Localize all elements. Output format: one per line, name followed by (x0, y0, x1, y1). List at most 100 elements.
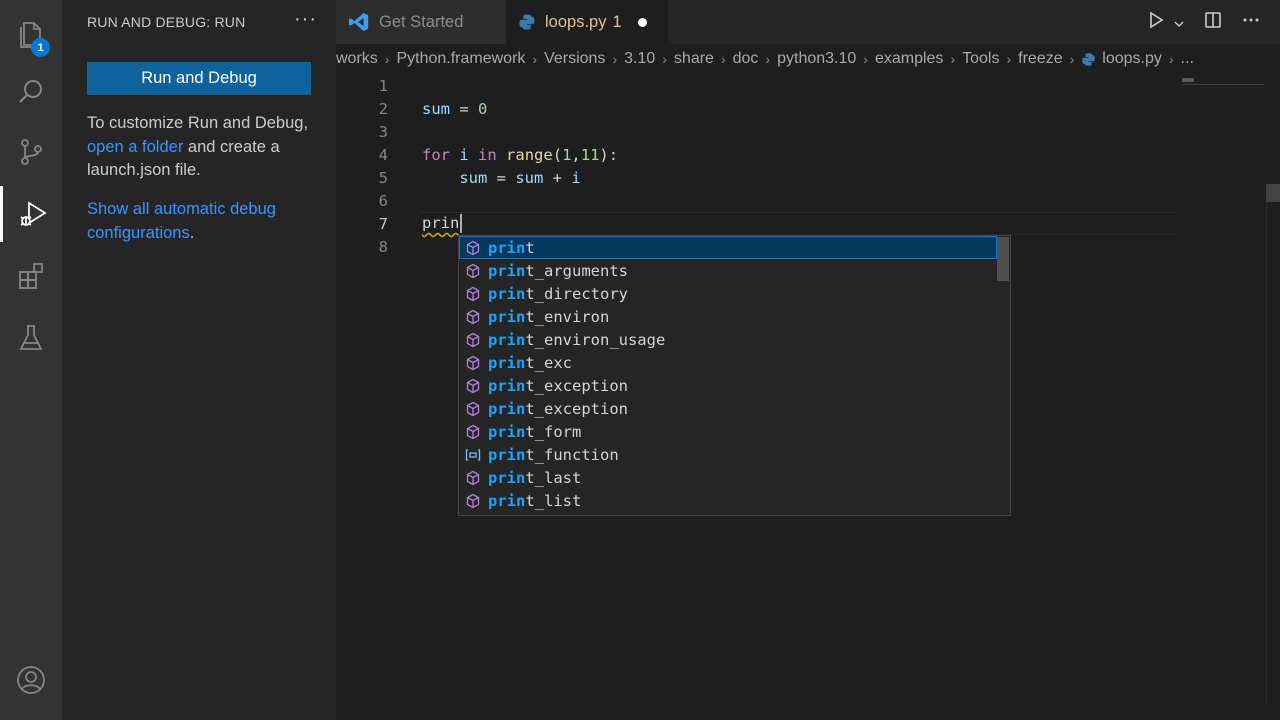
module-icon (464, 377, 482, 395)
suggestion-item[interactable]: prin t_last (459, 466, 997, 489)
chevron-right-icon: › (950, 51, 956, 67)
line-number: 2 (378, 99, 388, 118)
vscode-logo-icon (348, 11, 370, 33)
suggestion-label: t (525, 238, 535, 257)
chevron-right-icon: › (384, 51, 390, 67)
scrollbar-thumb[interactable] (1266, 184, 1280, 202)
suggestion-match: prin (488, 307, 526, 326)
suggestion-scrollbar[interactable] (997, 237, 1009, 281)
suggestion-label: t_last (525, 468, 582, 487)
suggestion-match: prin (488, 422, 526, 441)
code-line: 3 (336, 120, 1266, 143)
explorer-icon[interactable]: 1 (0, 6, 62, 62)
module-icon (464, 354, 482, 372)
suggestion-label: t_exception (525, 399, 628, 418)
run-debug-icon[interactable] (0, 186, 62, 242)
suggestion-item[interactable]: prin t_exc (459, 351, 997, 374)
chevron-right-icon: › (1006, 51, 1012, 67)
tab-get-started[interactable]: Get Started (336, 0, 506, 44)
line-number: 8 (378, 237, 388, 256)
suggestion-match: prin (488, 284, 526, 303)
suggestion-label: t_arguments (525, 261, 628, 280)
python-icon (518, 13, 536, 31)
vertical-scrollbar[interactable] (1266, 184, 1280, 704)
editor-tabbar: Get Started loops.py 1 (336, 0, 1280, 44)
module-icon (464, 423, 482, 441)
suggestion-label: t_form (525, 422, 582, 441)
breadcrumb-item[interactable]: share (674, 50, 714, 68)
unsaved-dot-icon[interactable] (637, 17, 647, 27)
breadcrumb-item[interactable]: python3.10 (777, 50, 856, 68)
suggestion-match: prin (488, 445, 526, 464)
activity-bar: 1 (0, 0, 62, 720)
module-icon (464, 331, 482, 349)
breadcrumb-item[interactable]: Python.framework (396, 50, 525, 68)
sidebar-title: RUN AND DEBUG: RUN (87, 14, 246, 30)
testing-icon[interactable] (0, 310, 62, 366)
explorer-badge: 1 (31, 38, 50, 57)
breadcrumb-item[interactable]: examples (875, 50, 943, 68)
split-editor-icon[interactable] (1204, 11, 1222, 34)
tab-loops-py[interactable]: loops.py 1 (506, 0, 668, 44)
show-all-configs-link[interactable]: Show all automatic debug configurations (87, 200, 276, 242)
suggestion-item[interactable]: prin t_directory (459, 282, 997, 305)
suggestion-item[interactable]: prin t_list (459, 489, 997, 512)
customize-message: To customize Run and Debug, open a folde… (87, 112, 317, 183)
chevron-right-icon: › (532, 51, 538, 67)
variable-icon (464, 446, 482, 464)
suggestion-item[interactable]: prin t_environ_usage (459, 328, 997, 351)
chevron-right-icon: › (720, 51, 726, 67)
breadcrumb-item[interactable]: ... (1181, 50, 1194, 68)
suggestion-widget: prin t prin t_arguments prin t_directory prin t… (458, 235, 1011, 516)
suggestion-label: t_exception (525, 376, 628, 395)
suggestion-item[interactable]: prin t_environ (459, 305, 997, 328)
suggestion-label: t_environ (525, 307, 610, 326)
code-text: for i in range(1,11): (422, 145, 619, 164)
suggestion-item[interactable]: prin t_exception (459, 397, 997, 420)
breadcrumb-item[interactable]: loops.py (1102, 50, 1162, 68)
customize-text: To customize Run and Debug, (87, 114, 309, 132)
account-icon[interactable] (0, 652, 62, 708)
more-actions-icon[interactable]: ··· (294, 8, 317, 31)
search-icon[interactable] (0, 64, 62, 120)
suggestion-label: t_environ_usage (525, 330, 666, 349)
suggestion-item[interactable]: prin t_exception (459, 374, 997, 397)
python-icon (1081, 52, 1096, 67)
more-actions-icon[interactable] (1242, 11, 1260, 34)
breadcrumb-item[interactable]: Tools (962, 50, 999, 68)
suggestion-label: t_directory (525, 284, 628, 303)
module-icon (464, 239, 482, 257)
breadcrumb-item[interactable]: freeze (1018, 50, 1062, 68)
text-cursor (460, 214, 463, 233)
suggestion-label: t_list (525, 491, 582, 510)
line-number: 3 (378, 122, 388, 141)
code-line: 7 prin (336, 212, 1266, 235)
run-file-icon[interactable] (1147, 11, 1184, 34)
suggestion-item[interactable]: prin t (459, 236, 997, 259)
editor-actions (1147, 0, 1280, 44)
suggestion-match: prin (488, 238, 526, 257)
suggestion-item[interactable]: prin t_arguments (459, 259, 997, 282)
module-icon (464, 469, 482, 487)
breadcrumb-item[interactable]: 3.10 (624, 50, 655, 68)
code-text: sum = sum + i (459, 168, 581, 187)
suggestion-match: prin (488, 330, 526, 349)
extensions-icon[interactable] (0, 248, 62, 304)
chevron-right-icon: › (863, 51, 868, 67)
line-number: 1 (378, 76, 388, 95)
run-and-debug-button[interactable]: Run and Debug (87, 62, 311, 95)
breadcrumb-item[interactable]: doc (733, 50, 759, 68)
open-folder-link[interactable]: open a folder (87, 138, 183, 156)
suggestion-item[interactable]: prin t_form (459, 420, 997, 443)
breadcrumb-item[interactable]: Versions (544, 50, 605, 68)
code-line: 2 sum = 0 (336, 97, 1266, 120)
suggestion-item[interactable]: prin t_function (459, 443, 997, 466)
source-control-icon[interactable] (0, 124, 62, 180)
suggestion-match: prin (488, 491, 526, 510)
line-number: 7 (378, 214, 388, 233)
tab-label: loops.py (545, 12, 607, 31)
code-line: 5 sum = sum + i (336, 166, 1266, 189)
breadcrumb-item[interactable]: works (336, 50, 378, 68)
code-text: sum = 0 (422, 99, 488, 118)
suggestion-match: prin (488, 399, 526, 418)
